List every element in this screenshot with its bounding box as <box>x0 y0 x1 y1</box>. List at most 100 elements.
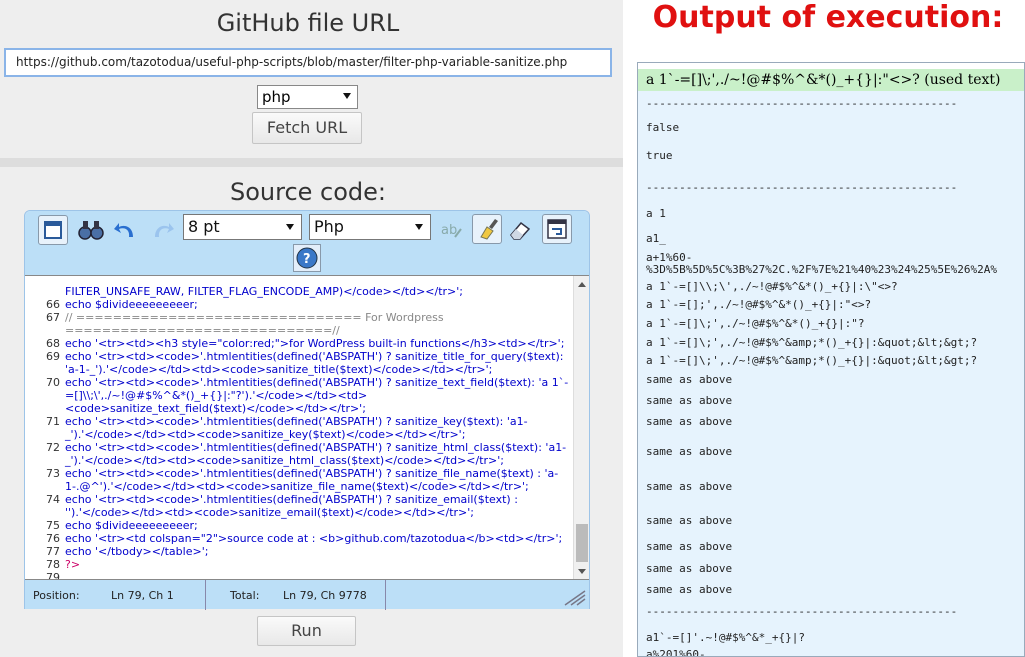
code-line: =============================// <box>25 324 573 337</box>
status-divider <box>385 580 386 610</box>
binoculars-icon <box>78 221 104 240</box>
window-icon <box>44 221 62 239</box>
section-divider <box>0 158 623 167</box>
position-label: Position: <box>33 589 80 602</box>
line-text: =[]\\;\',./~!@#$%^&*()_+{}|:"?').'</code… <box>65 389 368 402</box>
line-text: echo '<tr><td><code>'.htmlentities(defin… <box>65 415 528 428</box>
line-number: 79 <box>46 571 60 579</box>
code-line: 71 echo '<tr><td><code>'.htmlentities(def… <box>25 415 573 428</box>
output-line: a1`-=[]'.~!@#$%^&*_+{}|? <box>646 631 805 644</box>
highlight-button[interactable] <box>472 214 502 244</box>
line-text: echo '<tr><td><code>'.htmlentities(defin… <box>65 376 569 389</box>
output-line: a 1`-=[]\\;\',./~!@#$%^&*()_+{}|:\"<>? <box>646 280 898 293</box>
line-number: 76 <box>46 532 60 545</box>
line-number: 72 <box>46 441 60 454</box>
run-button[interactable]: Run <box>257 616 356 646</box>
chevron-down-icon <box>286 224 294 230</box>
code-line: _').'</code></td><td><code>sanitize_html… <box>25 454 573 467</box>
code-line: 79 <box>25 571 573 579</box>
undo-button[interactable] <box>111 215 141 245</box>
font-size-select[interactable]: 8 pt <box>183 214 302 240</box>
line-text: echo '<tr><td><code>'.htmlentities(defin… <box>65 467 559 480</box>
word-wrap-button[interactable] <box>542 214 572 244</box>
line-number: 75 <box>46 519 60 532</box>
url-section-title: GitHub file URL <box>216 9 400 37</box>
line-number: 70 <box>46 376 60 389</box>
syntax-select[interactable]: Php <box>309 214 431 240</box>
line-number: 71 <box>46 415 60 428</box>
output-frame: a 1`-=[]\;',./~!@#$%^&*()_+{}|:"<>? (use… <box>637 62 1025 657</box>
code-line: <code>sanitize_text_field($text)</code><… <box>25 402 573 415</box>
code-text-area[interactable]: FILTER_UNSAFE_RAW, FILTER_FLAG_ENCODE_AM… <box>25 275 589 579</box>
code-line: '').'</code></td><td><code>sanitize_emai… <box>25 506 573 519</box>
total-label: Total: <box>230 589 260 602</box>
output-line: a1_ <box>646 232 666 245</box>
code-line: 73 echo '<tr><td><code>'.htmlentities(def… <box>25 467 573 480</box>
code-line: FILTER_UNSAFE_RAW, FILTER_FLAG_ENCODE_AM… <box>25 285 573 298</box>
output-used-text: a 1`-=[]\;',./~!@#$%^&*()_+{}|:"<>? (use… <box>638 69 1024 91</box>
undo-icon <box>114 223 133 237</box>
code-line: 66 echo $divideeeeeeeeer; <box>25 298 573 311</box>
line-number: 66 <box>46 298 60 311</box>
code-line: 75 echo $divideeeeeeeeer; <box>25 519 573 532</box>
language-select[interactable]: php <box>257 85 358 109</box>
output-line: same as above <box>646 480 733 493</box>
output-title: Output of execution: <box>652 0 1004 35</box>
line-text: 1-.@^').'</code></td><td><code>sanitize_… <box>65 480 529 493</box>
output-line: a%201%60- <box>646 648 706 657</box>
output-line: false <box>646 121 680 134</box>
spellcheck-icon: ab <box>441 223 462 238</box>
total-value: Ln 79, Ch 9778 <box>283 589 367 602</box>
spellcheck-button[interactable]: ab <box>439 215 469 245</box>
output-line: %3D%5B%5D%5C%3B%27%2C.%2F%7E%21%40%23%24… <box>646 263 997 276</box>
status-divider <box>205 580 206 610</box>
code-line: 1-.@^').'</code></td><td><code>sanitize_… <box>25 480 573 493</box>
code-line: =[]\\;\',./~!@#$%^&*()_+{}|:"?').'</code… <box>25 389 573 402</box>
code-line: 74 echo '<tr><td><code>'.htmlentities(def… <box>25 493 573 506</box>
line-text: echo '</tbody></table>'; <box>65 545 209 558</box>
output-line: ----------------------------------------… <box>646 97 958 110</box>
output-line: same as above <box>646 583 733 596</box>
code-line: _').'</code></td><td><code>sanitize_key(… <box>25 428 573 441</box>
output-line: a 1`-=[]\;',./~!@#$%^&*()_+{}|:"? <box>646 317 865 330</box>
line-number: 77 <box>46 545 60 558</box>
fullscreen-toggle-button[interactable] <box>38 215 68 245</box>
github-url-input[interactable]: https://github.com/tazotodua/useful-php-… <box>4 48 612 77</box>
svg-text:?: ? <box>303 252 311 267</box>
fetch-url-button[interactable]: Fetch URL <box>252 112 362 144</box>
resize-grip-icon[interactable] <box>561 589 587 607</box>
code-line: 76 echo '<tr><td colspan="2">source code … <box>25 532 573 545</box>
reset-button[interactable] <box>505 215 535 245</box>
line-text: <code>sanitize_text_field($text)</code><… <box>65 402 366 415</box>
output-line: same as above <box>646 562 733 575</box>
output-line: same as above <box>646 415 733 428</box>
chevron-down-icon <box>343 93 351 99</box>
line-text: '').'</code></td><td><code>sanitize_emai… <box>65 506 474 519</box>
code-line: 72 echo '<tr><td><code>'.htmlentities(def… <box>25 441 573 454</box>
line-text: echo '<tr><td><code>'.htmlentities(defin… <box>65 350 564 363</box>
scroll-down-icon[interactable] <box>578 569 586 574</box>
line-text: ?> <box>65 558 81 571</box>
line-text: echo '<tr><td><code>'.htmlentities(defin… <box>65 493 518 506</box>
output-line: same as above <box>646 445 733 458</box>
line-number: 69 <box>46 350 60 363</box>
output-line: a 1`-=[]\;',./~!@#$%^&amp;*()_+{}|:&quot… <box>646 354 978 367</box>
scroll-up-icon[interactable] <box>578 282 586 287</box>
output-line: ----------------------------------------… <box>646 605 958 618</box>
redo-button[interactable] <box>147 215 177 245</box>
eraser-icon <box>510 221 531 240</box>
output-line: same as above <box>646 514 733 527</box>
code-line: 67 // =============================== For… <box>25 311 573 324</box>
search-button[interactable] <box>76 215 106 245</box>
output-line: ----------------------------------------… <box>646 181 958 194</box>
help-button[interactable]: ? <box>293 244 321 272</box>
chevron-down-icon <box>415 224 423 230</box>
line-text: _').'</code></td><td><code>sanitize_key(… <box>65 428 466 441</box>
code-line: 70 echo '<tr><td><code>'.htmlentities(def… <box>25 376 573 389</box>
line-text: echo '<tr><td colspan="2">source code at… <box>65 532 563 545</box>
scroll-thumb[interactable] <box>576 524 588 562</box>
line-text: // =============================== For W… <box>65 311 444 324</box>
code-scrollbar[interactable] <box>573 276 589 579</box>
code-line: 'a-1-_').'</code></td><td><code>sanitize… <box>25 363 573 376</box>
output-line: a 1`-=[]\;',./~!@#$%^&amp;*()_+{}|:&quot… <box>646 336 978 349</box>
